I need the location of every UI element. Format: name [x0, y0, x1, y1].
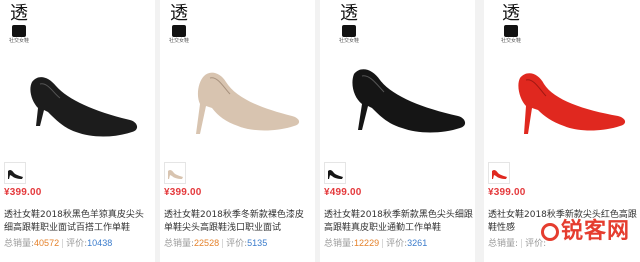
brand-logo: 透 社交女鞋 [500, 3, 521, 45]
product-card[interactable]: 透 社交女鞋 ¥399.00 透社女鞋2018秋黑色羊猄真皮尖头细高跟鞋职业面试… [0, 0, 155, 262]
color-thumbnail[interactable] [164, 162, 186, 184]
review-count[interactable]: 5135 [247, 238, 267, 248]
product-image[interactable] [330, 54, 475, 154]
product-image[interactable] [488, 54, 638, 154]
product-price: ¥399.00 [4, 187, 42, 198]
review-count[interactable]: 10438 [87, 238, 112, 248]
product-stats: 总销量:40572 | 评价:10438 [4, 238, 113, 249]
watermark-ball-icon [540, 223, 559, 241]
product-image[interactable] [160, 54, 310, 154]
color-thumbnail[interactable] [324, 162, 346, 184]
product-card[interactable]: 透 社交女鞋 ¥499.00 透社女鞋2018秋季新款黑色尖头细跟高跟鞋真皮职业… [320, 0, 475, 262]
product-title[interactable]: 透社女鞋2018秋黑色羊猄真皮尖头细高跟鞋职业面试百搭工作单鞋 [4, 209, 152, 235]
product-stats: 总销量:12229 | 评价:3261 [324, 238, 428, 249]
product-image[interactable] [4, 54, 154, 154]
product-stats: 总销量:22528 | 评价:5135 [164, 238, 268, 249]
sales-count: 40572 [34, 238, 60, 248]
product-title[interactable]: 透社女鞋2018秋季新款黑色尖头细跟高跟鞋真皮职业通勤工作单鞋 [324, 209, 474, 235]
product-title[interactable]: 透社女鞋2018秋季冬新款裸色漆皮单鞋尖头高跟鞋浅口职业面试 [164, 209, 312, 235]
sales-count: 12229 [354, 238, 380, 248]
color-thumbnail[interactable] [488, 162, 510, 184]
watermark-logo: 锐客网 [540, 213, 630, 245]
product-price: ¥499.00 [324, 187, 362, 198]
brand-logo: 透 社交女鞋 [168, 3, 189, 45]
sales-count: 22528 [194, 238, 220, 248]
product-card[interactable]: 透 社交女鞋 ¥399.00 透社女鞋2018秋季冬新款裸色漆皮单鞋尖头高跟鞋浅… [160, 0, 315, 262]
product-stats: 总销量: | 评价: [488, 239, 547, 249]
color-thumbnail[interactable] [4, 162, 26, 184]
brand-logo: 透 社交女鞋 [8, 3, 29, 45]
review-count[interactable]: 3261 [407, 238, 427, 248]
brand-logo: 透 社交女鞋 [338, 3, 359, 45]
product-price: ¥399.00 [488, 187, 526, 198]
product-price: ¥399.00 [164, 187, 202, 198]
